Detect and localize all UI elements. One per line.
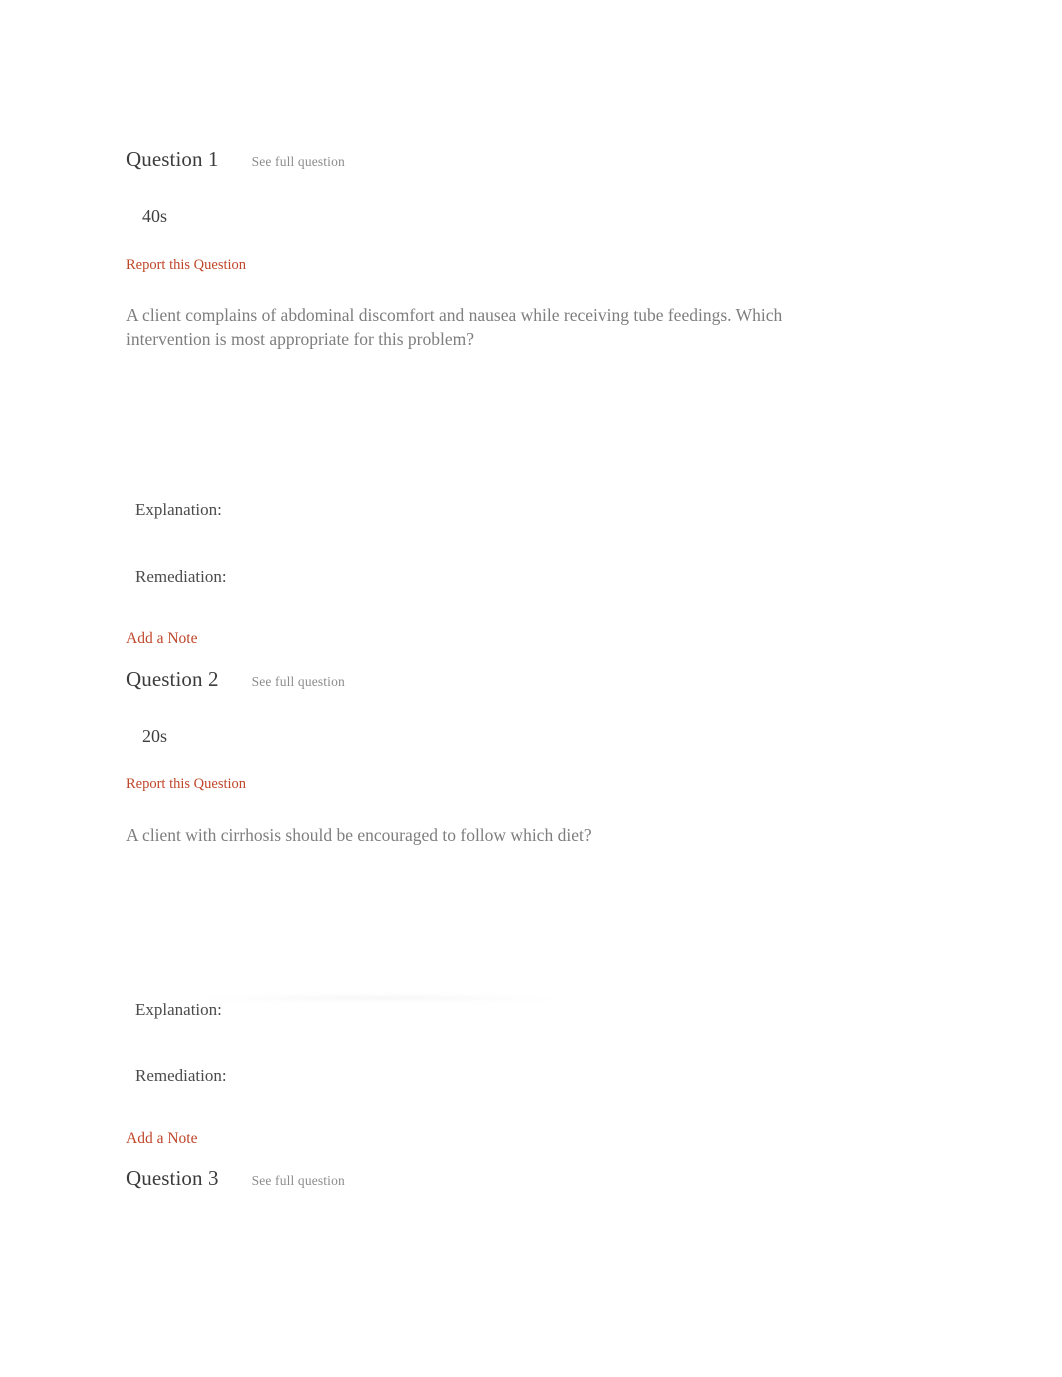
- add-a-note-link-2[interactable]: Add a Note: [126, 1127, 203, 1152]
- question-title-2: Question 2: [126, 666, 219, 691]
- question-title-3: Question 3: [126, 1166, 219, 1191]
- remediation-label-2: Remediation:: [135, 1066, 227, 1086]
- question-text-2: A client with cirrhosis should be encour…: [126, 824, 592, 845]
- questions-container: Question 1 See full question 40s Report …: [126, 147, 946, 1190]
- see-full-question-link-3[interactable]: See full question: [252, 1173, 345, 1189]
- question-header-1: Question 1 See full question: [126, 147, 946, 171]
- question-block-3: Question 3 See full question: [126, 1167, 946, 1190]
- question-spacer-1-2: [126, 652, 946, 668]
- answer-options-area-1: [126, 352, 946, 500]
- explanation-label-2: Explanation:: [135, 999, 222, 1019]
- report-question-link-2[interactable]: Report this Question: [126, 776, 246, 793]
- add-a-note-link-1[interactable]: Add a Note: [126, 627, 203, 652]
- question-header-2: Question 2 See full question: [126, 666, 946, 691]
- answer-options-area-2: [126, 848, 946, 1000]
- remediation-label-1: Remediation:: [135, 566, 227, 586]
- report-question-link-1[interactable]: Report this Question: [126, 257, 246, 274]
- question-header-3: Question 3 See full question: [126, 1167, 946, 1190]
- question-spacer-2-3: [126, 1151, 946, 1167]
- question-block-1: Question 1 See full question 40s Report …: [126, 147, 946, 652]
- render-artifact: [135, 983, 605, 1000]
- question-timer-1: 40s: [142, 206, 168, 227]
- question-title-1: Question 1: [126, 147, 219, 171]
- question-block-2: Question 2 See full question 20s Report …: [126, 666, 946, 1152]
- see-full-question-link-2[interactable]: See full question: [252, 674, 345, 690]
- question-text-1: A client complains of abdominal discomfo…: [126, 305, 783, 350]
- see-full-question-link-1[interactable]: See full question: [252, 154, 345, 170]
- question-timer-2: 20s: [142, 725, 168, 746]
- explanation-label-1: Explanation:: [135, 500, 222, 520]
- quiz-review-page: Question 1 See full question 40s Report …: [0, 0, 1062, 1377]
